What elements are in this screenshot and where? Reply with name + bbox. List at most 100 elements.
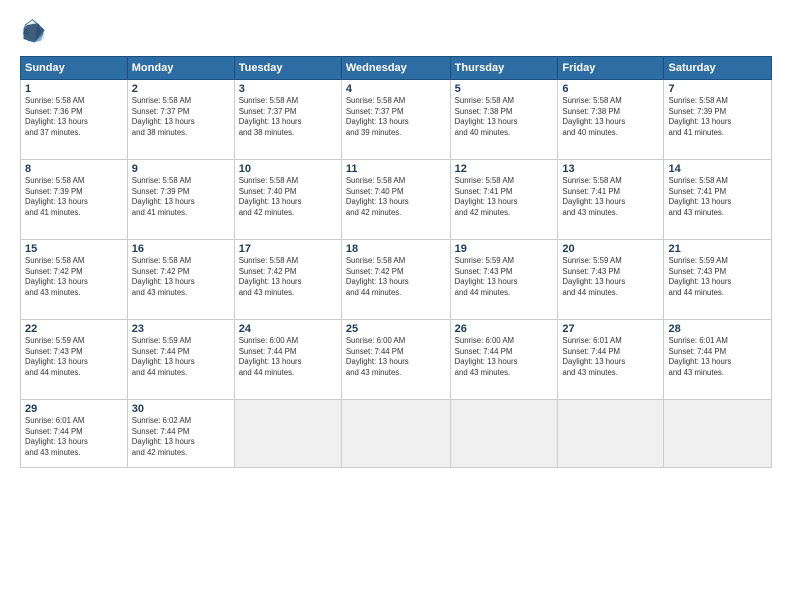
- calendar: SundayMondayTuesdayWednesdayThursdayFrid…: [20, 56, 772, 468]
- day-number: 15: [25, 243, 123, 255]
- day-info: Sunrise: 5:59 AM Sunset: 7:43 PM Dayligh…: [668, 256, 767, 298]
- calendar-cell: 4Sunrise: 5:58 AM Sunset: 7:37 PM Daylig…: [341, 80, 450, 160]
- day-info: Sunrise: 6:01 AM Sunset: 7:44 PM Dayligh…: [668, 336, 767, 378]
- calendar-cell: 1Sunrise: 5:58 AM Sunset: 7:36 PM Daylig…: [21, 80, 128, 160]
- logo-icon: G: [20, 18, 48, 46]
- day-info: Sunrise: 5:58 AM Sunset: 7:38 PM Dayligh…: [562, 96, 659, 138]
- day-info: Sunrise: 5:58 AM Sunset: 7:41 PM Dayligh…: [562, 176, 659, 218]
- day-info: Sunrise: 6:00 AM Sunset: 7:44 PM Dayligh…: [239, 336, 337, 378]
- day-number: 29: [25, 403, 123, 415]
- day-number: 25: [346, 323, 446, 335]
- calendar-cell: 26Sunrise: 6:00 AM Sunset: 7:44 PM Dayli…: [450, 320, 558, 400]
- day-number: 23: [132, 323, 230, 335]
- calendar-cell: 19Sunrise: 5:59 AM Sunset: 7:43 PM Dayli…: [450, 240, 558, 320]
- day-info: Sunrise: 5:59 AM Sunset: 7:43 PM Dayligh…: [562, 256, 659, 298]
- day-info: Sunrise: 5:58 AM Sunset: 7:42 PM Dayligh…: [239, 256, 337, 298]
- day-number: 4: [346, 83, 446, 95]
- calendar-cell: [234, 400, 341, 468]
- calendar-cell: 21Sunrise: 5:59 AM Sunset: 7:43 PM Dayli…: [664, 240, 772, 320]
- day-info: Sunrise: 5:58 AM Sunset: 7:40 PM Dayligh…: [239, 176, 337, 218]
- day-number: 20: [562, 243, 659, 255]
- day-of-week-saturday: Saturday: [664, 57, 772, 80]
- day-info: Sunrise: 5:58 AM Sunset: 7:41 PM Dayligh…: [668, 176, 767, 218]
- day-info: Sunrise: 5:59 AM Sunset: 7:43 PM Dayligh…: [25, 336, 123, 378]
- page: G SundayMondayTuesdayWednesdayThursdayFr…: [0, 0, 792, 612]
- calendar-cell: 6Sunrise: 5:58 AM Sunset: 7:38 PM Daylig…: [558, 80, 664, 160]
- day-number: 6: [562, 83, 659, 95]
- day-of-week-sunday: Sunday: [21, 57, 128, 80]
- day-info: Sunrise: 6:00 AM Sunset: 7:44 PM Dayligh…: [455, 336, 554, 378]
- calendar-cell: [450, 400, 558, 468]
- calendar-cell: 12Sunrise: 5:58 AM Sunset: 7:41 PM Dayli…: [450, 160, 558, 240]
- calendar-cell: 8Sunrise: 5:58 AM Sunset: 7:39 PM Daylig…: [21, 160, 128, 240]
- day-number: 7: [668, 83, 767, 95]
- calendar-cell: 24Sunrise: 6:00 AM Sunset: 7:44 PM Dayli…: [234, 320, 341, 400]
- calendar-cell: [558, 400, 664, 468]
- svg-text:G: G: [24, 30, 30, 37]
- day-of-week-friday: Friday: [558, 57, 664, 80]
- day-info: Sunrise: 5:58 AM Sunset: 7:37 PM Dayligh…: [132, 96, 230, 138]
- day-info: Sunrise: 5:58 AM Sunset: 7:38 PM Dayligh…: [455, 96, 554, 138]
- calendar-cell: 10Sunrise: 5:58 AM Sunset: 7:40 PM Dayli…: [234, 160, 341, 240]
- day-number: 5: [455, 83, 554, 95]
- calendar-cell: 17Sunrise: 5:58 AM Sunset: 7:42 PM Dayli…: [234, 240, 341, 320]
- calendar-cell: 14Sunrise: 5:58 AM Sunset: 7:41 PM Dayli…: [664, 160, 772, 240]
- day-info: Sunrise: 6:02 AM Sunset: 7:44 PM Dayligh…: [132, 416, 230, 458]
- calendar-cell: [341, 400, 450, 468]
- day-number: 17: [239, 243, 337, 255]
- day-of-week-wednesday: Wednesday: [341, 57, 450, 80]
- logo: G: [20, 18, 52, 46]
- day-info: Sunrise: 5:58 AM Sunset: 7:40 PM Dayligh…: [346, 176, 446, 218]
- calendar-cell: 18Sunrise: 5:58 AM Sunset: 7:42 PM Dayli…: [341, 240, 450, 320]
- day-info: Sunrise: 5:58 AM Sunset: 7:42 PM Dayligh…: [132, 256, 230, 298]
- day-number: 2: [132, 83, 230, 95]
- day-number: 11: [346, 163, 446, 175]
- day-number: 12: [455, 163, 554, 175]
- calendar-cell: 20Sunrise: 5:59 AM Sunset: 7:43 PM Dayli…: [558, 240, 664, 320]
- day-info: Sunrise: 5:58 AM Sunset: 7:42 PM Dayligh…: [346, 256, 446, 298]
- calendar-cell: 9Sunrise: 5:58 AM Sunset: 7:39 PM Daylig…: [127, 160, 234, 240]
- day-info: Sunrise: 5:58 AM Sunset: 7:37 PM Dayligh…: [346, 96, 446, 138]
- header: G: [20, 18, 772, 46]
- day-info: Sunrise: 5:58 AM Sunset: 7:37 PM Dayligh…: [239, 96, 337, 138]
- calendar-cell: 2Sunrise: 5:58 AM Sunset: 7:37 PM Daylig…: [127, 80, 234, 160]
- day-number: 28: [668, 323, 767, 335]
- calendar-cell: 22Sunrise: 5:59 AM Sunset: 7:43 PM Dayli…: [21, 320, 128, 400]
- day-number: 1: [25, 83, 123, 95]
- day-number: 14: [668, 163, 767, 175]
- day-info: Sunrise: 5:59 AM Sunset: 7:43 PM Dayligh…: [455, 256, 554, 298]
- day-info: Sunrise: 5:58 AM Sunset: 7:42 PM Dayligh…: [25, 256, 123, 298]
- calendar-cell: 15Sunrise: 5:58 AM Sunset: 7:42 PM Dayli…: [21, 240, 128, 320]
- calendar-cell: 3Sunrise: 5:58 AM Sunset: 7:37 PM Daylig…: [234, 80, 341, 160]
- day-number: 21: [668, 243, 767, 255]
- day-of-week-tuesday: Tuesday: [234, 57, 341, 80]
- calendar-cell: 29Sunrise: 6:01 AM Sunset: 7:44 PM Dayli…: [21, 400, 128, 468]
- day-number: 18: [346, 243, 446, 255]
- day-of-week-thursday: Thursday: [450, 57, 558, 80]
- calendar-cell: 11Sunrise: 5:58 AM Sunset: 7:40 PM Dayli…: [341, 160, 450, 240]
- day-info: Sunrise: 5:58 AM Sunset: 7:41 PM Dayligh…: [455, 176, 554, 218]
- calendar-cell: 28Sunrise: 6:01 AM Sunset: 7:44 PM Dayli…: [664, 320, 772, 400]
- day-number: 10: [239, 163, 337, 175]
- day-number: 22: [25, 323, 123, 335]
- day-of-week-monday: Monday: [127, 57, 234, 80]
- day-number: 3: [239, 83, 337, 95]
- day-number: 19: [455, 243, 554, 255]
- day-number: 30: [132, 403, 230, 415]
- day-info: Sunrise: 5:59 AM Sunset: 7:44 PM Dayligh…: [132, 336, 230, 378]
- day-info: Sunrise: 6:01 AM Sunset: 7:44 PM Dayligh…: [25, 416, 123, 458]
- day-number: 26: [455, 323, 554, 335]
- day-info: Sunrise: 6:01 AM Sunset: 7:44 PM Dayligh…: [562, 336, 659, 378]
- day-number: 13: [562, 163, 659, 175]
- calendar-cell: 30Sunrise: 6:02 AM Sunset: 7:44 PM Dayli…: [127, 400, 234, 468]
- calendar-cell: 16Sunrise: 5:58 AM Sunset: 7:42 PM Dayli…: [127, 240, 234, 320]
- calendar-cell: 27Sunrise: 6:01 AM Sunset: 7:44 PM Dayli…: [558, 320, 664, 400]
- day-info: Sunrise: 5:58 AM Sunset: 7:36 PM Dayligh…: [25, 96, 123, 138]
- day-number: 9: [132, 163, 230, 175]
- day-info: Sunrise: 5:58 AM Sunset: 7:39 PM Dayligh…: [132, 176, 230, 218]
- calendar-cell: 5Sunrise: 5:58 AM Sunset: 7:38 PM Daylig…: [450, 80, 558, 160]
- day-number: 27: [562, 323, 659, 335]
- day-info: Sunrise: 6:00 AM Sunset: 7:44 PM Dayligh…: [346, 336, 446, 378]
- calendar-cell: 25Sunrise: 6:00 AM Sunset: 7:44 PM Dayli…: [341, 320, 450, 400]
- calendar-cell: [664, 400, 772, 468]
